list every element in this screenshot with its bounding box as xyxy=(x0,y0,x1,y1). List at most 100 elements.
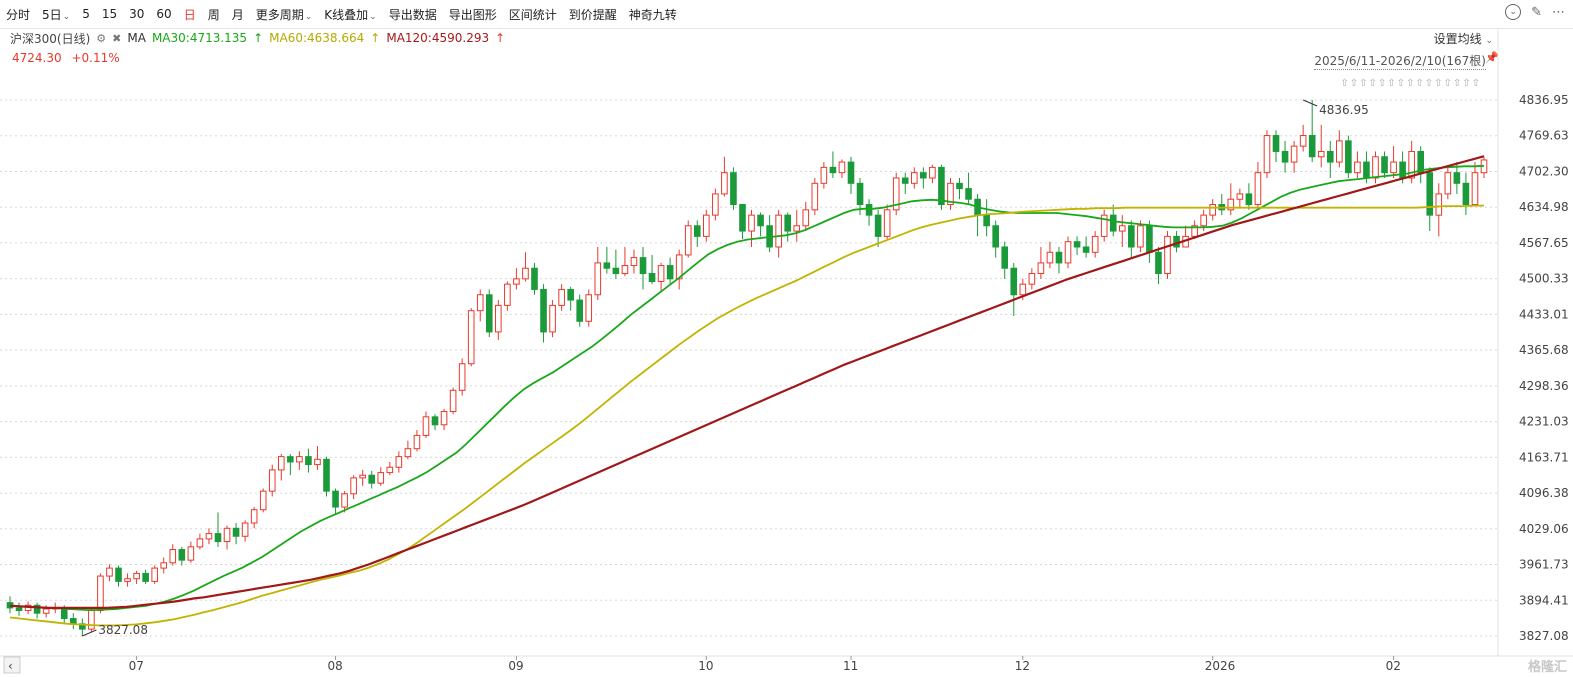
candle-body xyxy=(666,265,674,280)
y-tick-label: 4836.95 xyxy=(1519,93,1569,107)
candle-body xyxy=(305,456,312,466)
candle-body xyxy=(1137,225,1144,248)
candle-body xyxy=(277,456,285,471)
y-tick-label: 4634.98 xyxy=(1519,200,1569,214)
candle-body xyxy=(829,166,837,174)
candle-body xyxy=(585,294,593,322)
low-annotation: 3827.08 xyxy=(98,623,148,637)
candle-body xyxy=(69,618,77,625)
y-tick-label: 3894.41 xyxy=(1519,593,1569,607)
candle-body xyxy=(531,267,538,290)
candle-body xyxy=(1399,161,1406,179)
candle-body xyxy=(576,299,584,322)
candle-body xyxy=(1263,135,1271,174)
candle-body xyxy=(1372,156,1379,179)
candle-body xyxy=(395,456,403,468)
candle-body xyxy=(1471,172,1479,206)
candle-body xyxy=(775,214,782,248)
candle-body xyxy=(693,225,701,237)
x-tick-label: 10 xyxy=(698,659,713,673)
candle-body xyxy=(1435,193,1443,216)
y-tick-label: 3961.73 xyxy=(1519,558,1569,572)
ma60-line xyxy=(9,204,1484,627)
candle-body xyxy=(748,214,755,232)
y-tick-label: 4567.65 xyxy=(1519,236,1569,250)
candle-body xyxy=(115,567,122,582)
candle-body xyxy=(151,567,158,582)
candle-body xyxy=(1046,251,1054,264)
candle-body xyxy=(377,472,385,484)
candle-body xyxy=(187,546,195,561)
candle-body xyxy=(856,182,864,206)
candle-body xyxy=(612,267,620,275)
candle-body xyxy=(901,177,909,184)
y-tick-label: 4433.01 xyxy=(1519,307,1569,321)
candle-body xyxy=(1082,246,1090,253)
candle-body xyxy=(684,225,692,256)
candle-body xyxy=(847,161,855,184)
candle-body xyxy=(1290,145,1298,163)
candle-body xyxy=(739,204,746,232)
ma30-line xyxy=(9,164,1485,611)
candle-body xyxy=(522,267,529,280)
candle-body xyxy=(124,578,131,582)
candle-body xyxy=(1128,225,1135,248)
y-tick-label: 4096.38 xyxy=(1519,486,1569,500)
candle-body xyxy=(15,607,23,612)
candle-body xyxy=(802,209,810,227)
y-tick-label: 4702.30 xyxy=(1519,164,1569,178)
candle-body xyxy=(1336,140,1343,163)
candle-body xyxy=(1091,235,1099,253)
candle-body xyxy=(250,509,258,524)
candle-body xyxy=(929,166,936,179)
candle-body xyxy=(495,304,502,333)
candle-body xyxy=(467,310,475,365)
candle-body xyxy=(1073,241,1081,248)
candle-body xyxy=(296,456,303,463)
candle-body xyxy=(965,188,972,200)
candle-body xyxy=(549,304,556,333)
candle-body xyxy=(1308,135,1316,158)
candle-body xyxy=(558,288,565,306)
candle-body xyxy=(1408,150,1415,179)
candle-body xyxy=(513,278,520,285)
candle-body xyxy=(1146,225,1153,253)
x-tick-label: 08 xyxy=(328,659,343,673)
annotation-pointer xyxy=(82,629,97,637)
candle-body xyxy=(1209,204,1217,216)
candle-body xyxy=(1064,241,1072,264)
candle-body xyxy=(910,172,918,184)
candle-body xyxy=(603,262,611,269)
candle-body xyxy=(1363,161,1370,179)
candle-body xyxy=(1462,182,1470,206)
candle-body xyxy=(1155,251,1162,275)
candle-body xyxy=(820,166,828,184)
candle-body xyxy=(133,572,140,580)
candle-body xyxy=(341,493,348,508)
watermark: 格隆汇 xyxy=(1527,660,1567,675)
candlestick-chart[interactable]: 4836.95 4769.63 4702.30 4634.98 4567.65 4500.… xyxy=(0,0,1573,677)
y-tick-label: 4231.03 xyxy=(1519,415,1569,429)
candle-body xyxy=(223,527,231,543)
candle-body xyxy=(1200,214,1207,227)
candle-body xyxy=(1317,150,1325,158)
candle-body xyxy=(621,265,629,275)
candle-body xyxy=(730,172,737,206)
candle-body xyxy=(567,288,574,301)
candle-body xyxy=(106,567,113,577)
candle-body xyxy=(1381,156,1388,174)
candle-body xyxy=(1281,150,1289,163)
candle-body xyxy=(422,416,430,436)
candle-body xyxy=(1390,161,1397,174)
candle-body xyxy=(956,182,963,190)
candle-body xyxy=(1326,150,1334,163)
candle-body xyxy=(657,265,665,282)
candle-body xyxy=(811,182,819,211)
candle-body xyxy=(386,466,394,474)
candle-body xyxy=(1001,246,1009,269)
candle-body xyxy=(268,469,276,492)
y-tick-label: 4500.33 xyxy=(1519,272,1569,286)
candle-body xyxy=(883,209,891,237)
candle-body xyxy=(992,225,999,248)
y-tick-label: 4163.71 xyxy=(1519,450,1569,464)
